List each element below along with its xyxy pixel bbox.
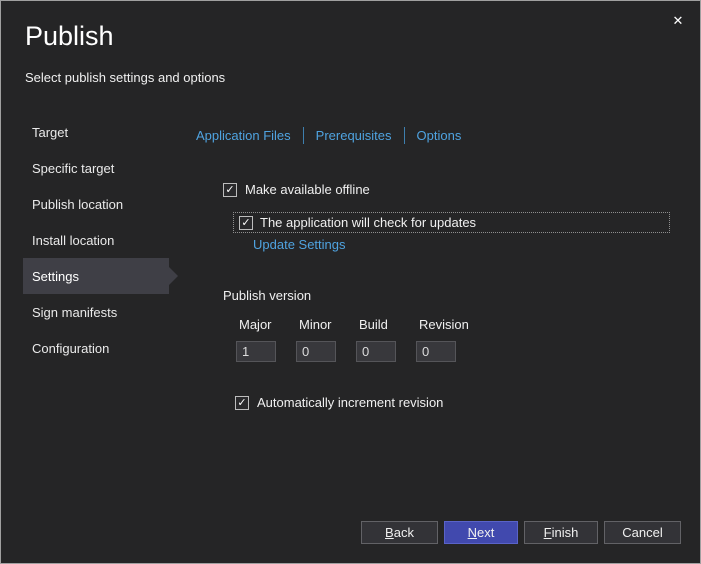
version-field-build: Build [356,317,416,362]
tab-separator [303,127,304,144]
version-field-minor: Minor [296,317,356,362]
increment-checkbox-label: Automatically increment revision [257,395,443,410]
finish-label: inish [552,525,579,540]
check-icon: ✓ [237,397,246,409]
back-label: ack [394,525,414,540]
build-input[interactable] [356,341,396,362]
sidebar: Target Specific target Publish location … [23,114,169,366]
sidebar-item-publish-location[interactable]: Publish location [23,186,169,222]
cancel-label: Cancel [622,525,662,540]
back-mnemonic: B [385,525,394,540]
publish-dialog: ✕ Publish Select publish settings and op… [0,0,701,564]
tab-options[interactable]: Options [417,128,462,143]
next-label: ext [477,525,494,540]
sidebar-item-specific-target[interactable]: Specific target [23,150,169,186]
version-field-major: Major [236,317,296,362]
page-subtitle: Select publish settings and options [25,70,225,85]
revision-input[interactable] [416,341,456,362]
page-title: Publish [25,21,114,52]
increment-checkbox[interactable]: ✓ [235,396,249,410]
minor-label: Minor [299,317,356,332]
finish-mnemonic: F [544,525,552,540]
major-input[interactable] [236,341,276,362]
publish-version-grid: Major Minor Build Revision [236,317,476,362]
increment-checkbox-row: ✓ Automatically increment revision [235,395,443,410]
publish-version-label: Publish version [223,288,311,303]
back-button[interactable]: Back [361,521,438,544]
check-icon: ✓ [241,217,250,229]
offline-checkbox-label: Make available offline [245,182,370,197]
sidebar-item-sign-manifests[interactable]: Sign manifests [23,294,169,330]
offline-checkbox-row: ✓ Make available offline [223,182,370,197]
major-label: Major [239,317,296,332]
tab-separator [404,127,405,144]
update-settings-link[interactable]: Update Settings [253,237,346,252]
check-icon: ✓ [225,184,234,196]
version-field-revision: Revision [416,317,476,362]
sidebar-item-install-location[interactable]: Install location [23,222,169,258]
sidebar-item-settings[interactable]: Settings [23,258,169,294]
offline-checkbox[interactable]: ✓ [223,183,237,197]
finish-button[interactable]: Finish [524,521,598,544]
next-mnemonic: N [468,525,477,540]
updates-checkbox-row[interactable]: ✓ The application will check for updates [233,212,670,233]
next-button[interactable]: Next [444,521,518,544]
revision-label: Revision [419,317,476,332]
tab-application-files[interactable]: Application Files [196,128,291,143]
build-label: Build [359,317,416,332]
sidebar-item-target[interactable]: Target [23,114,169,150]
tab-prerequisites[interactable]: Prerequisites [316,128,392,143]
close-icon[interactable]: ✕ [666,9,690,33]
cancel-button[interactable]: Cancel [604,521,681,544]
settings-tabs: Application Files Prerequisites Options [196,127,461,144]
minor-input[interactable] [296,341,336,362]
updates-checkbox[interactable]: ✓ [239,216,253,230]
updates-checkbox-label: The application will check for updates [260,215,476,230]
sidebar-item-configuration[interactable]: Configuration [23,330,169,366]
